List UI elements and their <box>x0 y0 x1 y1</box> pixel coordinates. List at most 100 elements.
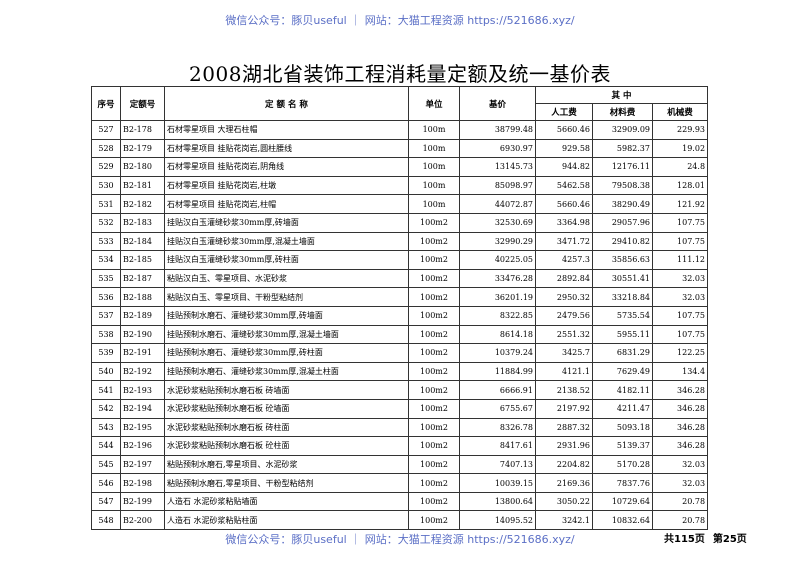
cell-code: B2-200 <box>120 510 165 531</box>
cell-labor: 4257.3 <box>535 250 593 270</box>
cell-name: 挂贴预制水磨石、灌缝砂浆30mm厚,混凝土墙面 <box>164 324 409 345</box>
cell-unit: 100m2 <box>408 268 460 289</box>
cell-seq: 534 <box>91 250 121 270</box>
cell-base-price: 13145.73 <box>459 157 536 177</box>
cell-seq: 544 <box>91 436 121 456</box>
cell-name: 挂贴汉白玉灌缝砂浆30mm厚,砖柱面 <box>164 250 409 270</box>
cell-code: B2-198 <box>120 473 165 493</box>
cell-seq: 545 <box>91 454 121 475</box>
cell-name: 石材零星项目 挂贴花岗岩,阴角线 <box>164 157 409 177</box>
cell-material: 4182.11 <box>592 380 653 400</box>
cell-unit: 100m <box>408 194 460 214</box>
cell-seq: 547 <box>91 491 121 512</box>
header-machine: 机械费 <box>651 103 709 121</box>
header-material: 材料费 <box>592 103 653 121</box>
cell-base-price: 44072.87 <box>459 194 536 214</box>
cell-seq: 531 <box>91 194 121 214</box>
cell-seq: 533 <box>91 231 121 252</box>
cell-code: B2-197 <box>120 454 165 475</box>
cell-material: 5982.37 <box>592 138 653 159</box>
cell-name: 挂贴预制水磨石、灌缝砂浆30mm厚,砖墙面 <box>164 305 409 326</box>
cell-material: 4211.47 <box>592 398 653 419</box>
cell-material: 30551.41 <box>592 268 653 289</box>
cell-seq: 536 <box>91 287 121 307</box>
cell-code: B2-184 <box>120 231 165 252</box>
cell-base-price: 6666.91 <box>459 380 536 400</box>
cell-machine: 20.78 <box>651 491 709 512</box>
table-row: 534 B2-185 挂贴汉白玉灌缝砂浆30mm厚,砖柱面 100m2 40225.05… <box>91 250 709 270</box>
cell-base-price: 6755.67 <box>459 398 536 419</box>
cell-name: 水泥砂浆粘贴预制水磨石板 砖柱面 <box>164 417 409 438</box>
cell-machine: 107.75 <box>651 324 709 345</box>
table-row: 544 B2-196 水泥砂浆粘贴预制水磨石板 砼柱面 100m2 8417.61 293… <box>91 436 709 456</box>
table-row: 538 B2-190 挂贴预制水磨石、灌缝砂浆30mm厚,混凝土墙面 100m2 861… <box>91 324 709 345</box>
cell-material: 79508.38 <box>592 175 653 196</box>
cell-material: 5735.54 <box>592 305 653 326</box>
cell-name: 石材零星项目 挂贴花岗岩,柱帽 <box>164 194 409 214</box>
cell-material: 5170.28 <box>592 454 653 475</box>
watermark-top: 微信公众号：豚贝useful ｜ 网站：大猫工程资源 https://52168… <box>225 14 575 27</box>
cell-labor: 4121.1 <box>535 361 593 382</box>
cell-base-price: 8614.18 <box>459 324 536 345</box>
cell-name: 挂贴预制水磨石、灌缝砂浆30mm厚,混凝土柱面 <box>164 361 409 382</box>
cell-name: 石材零星项目 挂贴花岗岩,柱墩 <box>164 175 409 196</box>
cell-code: B2-182 <box>120 194 165 214</box>
cell-material: 33218.84 <box>592 287 653 307</box>
cell-labor: 2931.96 <box>535 436 593 456</box>
cell-labor: 3050.22 <box>535 491 593 512</box>
cell-seq: 527 <box>91 120 121 140</box>
table-row: 535 B2-187 粘贴汉白玉、零星项目、水泥砂浆 100m2 33476.28 289… <box>91 268 709 289</box>
cell-material: 7837.76 <box>592 473 653 493</box>
table-row: 540 B2-192 挂贴预制水磨石、灌缝砂浆30mm厚,混凝土柱面 100m2 118… <box>91 361 709 382</box>
cell-machine: 111.12 <box>651 250 709 270</box>
cell-name: 石材零星项目 挂贴花岗岩,圆柱腰线 <box>164 138 409 159</box>
cell-base-price: 14095.52 <box>459 510 536 531</box>
cell-base-price: 7407.13 <box>459 454 536 475</box>
cell-unit: 100m2 <box>408 398 460 419</box>
header-name: 定 额 名 称 <box>164 86 409 121</box>
cell-unit: 100m <box>408 157 460 177</box>
cell-material: 38290.49 <box>592 194 653 214</box>
table-row: 528 B2-179 石材零星项目 挂贴花岗岩,圆柱腰线 100m 6930.97 929… <box>91 138 709 159</box>
table-row: 546 B2-198 粘贴预制水磨石,零星项目、干粉型粘结剂 100m2 10039.1… <box>91 473 709 493</box>
table-row: 547 B2-199 人造石 水泥砂浆粘贴墙面 100m2 13800.64 3050.2… <box>91 491 709 512</box>
cell-seq: 540 <box>91 361 121 382</box>
cell-unit: 100m2 <box>408 343 460 363</box>
cell-code: B2-190 <box>120 324 165 345</box>
cell-machine: 346.28 <box>651 380 709 400</box>
cell-unit: 100m2 <box>408 510 460 531</box>
header-unit: 单位 <box>408 86 460 121</box>
quota-table: 序号 定额号 定 额 名 称 单位 基价 其 中 人工费 材料费 机械费 527… <box>91 86 709 531</box>
cell-base-price: 8417.61 <box>459 436 536 456</box>
cell-machine: 32.03 <box>651 473 709 493</box>
cell-labor: 2887.32 <box>535 417 593 438</box>
table-row: 545 B2-197 粘贴预制水磨石,零星项目、水泥砂浆 100m2 7407.13 22… <box>91 454 709 475</box>
cell-seq: 538 <box>91 324 121 345</box>
cell-name: 粘贴汉白玉、零星项目、干粉型粘结剂 <box>164 287 409 307</box>
cell-seq: 530 <box>91 175 121 196</box>
table-row: 531 B2-182 石材零星项目 挂贴花岗岩,柱帽 100m 44072.87 5660… <box>91 194 709 214</box>
cell-unit: 100m2 <box>408 436 460 456</box>
cell-labor: 3471.72 <box>535 231 593 252</box>
cell-material: 35856.63 <box>592 250 653 270</box>
cell-machine: 32.03 <box>651 454 709 475</box>
cell-code: B2-178 <box>120 120 165 140</box>
cell-unit: 100m2 <box>408 212 460 233</box>
cell-unit: 100m2 <box>408 473 460 493</box>
cell-base-price: 38799.48 <box>459 120 536 140</box>
cell-machine: 107.75 <box>651 231 709 252</box>
cell-material: 5139.37 <box>592 436 653 456</box>
cell-labor: 3425.7 <box>535 343 593 363</box>
cell-labor: 2892.84 <box>535 268 593 289</box>
table-row: 539 B2-191 挂贴预制水磨石、灌缝砂浆30mm厚,砖柱面 100m2 10379… <box>91 343 709 363</box>
cell-machine: 20.78 <box>651 510 709 531</box>
cell-labor: 2950.32 <box>535 287 593 307</box>
cell-machine: 19.02 <box>651 138 709 159</box>
cell-unit: 100m2 <box>408 324 460 345</box>
cell-base-price: 32990.29 <box>459 231 536 252</box>
cell-labor: 944.82 <box>535 157 593 177</box>
cell-seq: 542 <box>91 398 121 419</box>
cell-labor: 5660.46 <box>535 194 593 214</box>
cell-code: B2-199 <box>120 491 165 512</box>
header-base-price: 基价 <box>459 86 536 121</box>
